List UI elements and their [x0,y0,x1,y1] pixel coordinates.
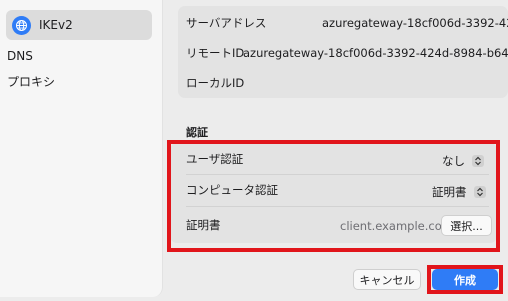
sidebar-item-ikev2[interactable]: IKEv2 [6,10,152,40]
local-id-label: ローカルID [186,76,245,90]
server-address-row: サーバアドレス azuregateway-18cf006d-3392-424d-… [186,8,508,38]
sidebar-item-label: IKEv2 [39,18,73,32]
create-button[interactable]: 作成 [432,269,498,290]
sidebar-item-label: DNS [7,49,33,63]
cancel-button[interactable]: キャンセル [353,269,421,290]
globe-icon [12,15,31,35]
remote-id-field[interactable]: azuregateway-18cf006d-3392-424d-8984-b64… [243,46,508,60]
sidebar-item-proxy[interactable]: プロキシ [6,66,152,96]
local-id-row: ローカルID [186,68,508,98]
auth-section-title: 認証 [186,126,208,139]
remote-id-row: リモートID azuregateway-18cf006d-3392-424d-8… [186,38,508,68]
main-panel: サーバアドレス azuregateway-18cf006d-3392-424d-… [162,0,508,301]
highlight-frame [167,140,500,252]
sidebar: IKEv2 DNS プロキシ [0,0,163,297]
server-address-label: サーバアドレス [186,16,267,30]
remote-id-label: リモートID [186,46,245,60]
server-settings-card: サーバアドレス azuregateway-18cf006d-3392-424d-… [178,6,508,98]
server-address-field[interactable]: azuregateway-18cf006d-3392-424d-8984-b64… [322,16,508,30]
sidebar-item-label: プロキシ [7,74,56,89]
